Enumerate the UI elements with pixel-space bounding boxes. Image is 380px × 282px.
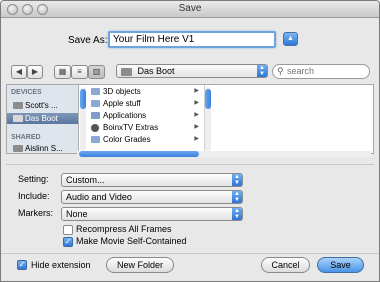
self-contained-label: Make Movie Self-Contained bbox=[76, 236, 187, 246]
expand-dialog-button[interactable]: ▲ bbox=[283, 32, 298, 46]
file-column: 3D objects ▶ Apple stuff ▶ Applications … bbox=[87, 85, 205, 153]
forward-button[interactable]: ▶ bbox=[27, 65, 43, 79]
disclosure-arrow-icon: ▶ bbox=[194, 112, 199, 118]
setting-popup[interactable]: Custom... ▲ ▼ bbox=[61, 173, 243, 187]
new-folder-button[interactable]: New Folder bbox=[106, 257, 174, 273]
list-item[interactable]: BoinxTV Extras ▶ bbox=[89, 122, 199, 133]
file-browser: DEVICES Scott's ... Das Boot SHARED Aisl… bbox=[6, 84, 374, 154]
file-name: Apple stuff bbox=[103, 99, 141, 108]
disclosure-arrow-icon: ▶ bbox=[194, 136, 199, 142]
disclosure-arrow-icon: ▶ bbox=[194, 100, 199, 106]
markers-value: None bbox=[66, 209, 88, 219]
cancel-button[interactable]: Cancel bbox=[261, 257, 310, 273]
hide-extension-checkbox[interactable]: ✓ bbox=[17, 260, 27, 270]
folder-icon bbox=[91, 100, 100, 107]
footer-divider bbox=[1, 253, 379, 254]
sidebar-item-aislinn[interactable]: Aislinn S... bbox=[7, 143, 78, 154]
sidebar-scroll-thumb[interactable] bbox=[80, 89, 86, 109]
back-button[interactable]: ◀ bbox=[11, 65, 27, 79]
sidebar-item-label: Das Boot bbox=[25, 114, 58, 123]
drive-icon bbox=[13, 115, 23, 122]
sidebar-scrollbar[interactable] bbox=[80, 87, 86, 151]
sidebar: DEVICES Scott's ... Das Boot SHARED Aisl… bbox=[7, 85, 79, 153]
file-name: 3D objects bbox=[103, 87, 141, 96]
popup-arrows-icon: ▲ ▼ bbox=[232, 174, 242, 186]
markers-popup[interactable]: None ▲ ▼ bbox=[61, 207, 243, 221]
sidebar-item-label: Aislinn S... bbox=[25, 144, 63, 153]
sidebar-item-scotts[interactable]: Scott's ... bbox=[7, 100, 78, 111]
hide-extension-label: Hide extension bbox=[31, 260, 91, 270]
setting-label: Setting: bbox=[18, 174, 49, 184]
gear-icon bbox=[91, 124, 99, 132]
search-placeholder: search bbox=[287, 66, 315, 76]
recompress-checkbox[interactable] bbox=[63, 225, 73, 235]
save-as-field[interactable]: Your Film Here V1 bbox=[108, 31, 276, 48]
markers-label: Markers: bbox=[18, 208, 54, 218]
include-label: Include: bbox=[18, 191, 50, 201]
network-computer-icon bbox=[13, 145, 23, 152]
search-field[interactable]: ⚲ search bbox=[272, 64, 370, 79]
window-title: Save bbox=[178, 3, 202, 14]
file-name: Applications bbox=[103, 111, 147, 120]
computer-icon bbox=[13, 102, 23, 109]
horizontal-scroll-thumb[interactable] bbox=[79, 151, 199, 157]
setting-value: Custom... bbox=[66, 175, 105, 185]
self-contained-checkbox[interactable]: ✓ bbox=[63, 237, 73, 247]
column-scroll-thumb[interactable] bbox=[205, 89, 211, 109]
location-popup[interactable]: Das Boot ▲ ▼ bbox=[116, 64, 268, 78]
include-value: Audio and Video bbox=[66, 192, 132, 202]
disclosure-arrow-icon: ▶ bbox=[194, 88, 199, 94]
location-label: Das Boot bbox=[137, 66, 175, 76]
list-item[interactable]: 3D objects ▶ bbox=[89, 86, 199, 97]
sidebar-item-das-boot[interactable]: Das Boot bbox=[7, 113, 78, 124]
save-dialog: Save Save As: Your Film Here V1 ▲ ◀ ▶ ▦ … bbox=[0, 0, 380, 282]
include-popup[interactable]: Audio and Video ▲ ▼ bbox=[61, 190, 243, 204]
applications-folder-icon bbox=[91, 112, 100, 119]
list-view-button[interactable]: ≡ bbox=[71, 65, 88, 79]
file-name: Color Grades bbox=[103, 135, 151, 144]
list-item[interactable]: Color Grades ▶ bbox=[89, 134, 199, 145]
column-view-button[interactable]: ▥ bbox=[88, 65, 105, 79]
list-item[interactable]: Applications ▶ bbox=[89, 110, 199, 121]
popup-arrows-icon: ▲ ▼ bbox=[257, 65, 267, 77]
disclosure-arrow-icon: ▶ bbox=[194, 124, 199, 130]
sidebar-item-label: Scott's ... bbox=[25, 101, 58, 110]
options-panel: Setting: Custom... ▲ ▼ Include: Audio and… bbox=[6, 164, 374, 250]
drive-icon bbox=[121, 67, 132, 76]
save-as-label: Save As: bbox=[68, 35, 108, 46]
file-name: BoinxTV Extras bbox=[103, 123, 159, 132]
folder-icon bbox=[91, 88, 100, 95]
title-bar: Save bbox=[1, 1, 379, 18]
popup-arrows-icon: ▲ ▼ bbox=[232, 208, 242, 220]
column-scrollbar[interactable] bbox=[205, 87, 211, 151]
list-item[interactable]: Apple stuff ▶ bbox=[89, 98, 199, 109]
folder-icon bbox=[91, 136, 100, 143]
icon-view-button[interactable]: ▦ bbox=[54, 65, 71, 79]
popup-arrows-icon: ▲ ▼ bbox=[232, 191, 242, 203]
recompress-label: Recompress All Frames bbox=[76, 224, 172, 234]
save-button[interactable]: Save bbox=[317, 257, 364, 273]
search-icon: ⚲ bbox=[277, 66, 284, 76]
devices-header: DEVICES bbox=[11, 89, 42, 96]
shared-header: SHARED bbox=[11, 134, 41, 141]
